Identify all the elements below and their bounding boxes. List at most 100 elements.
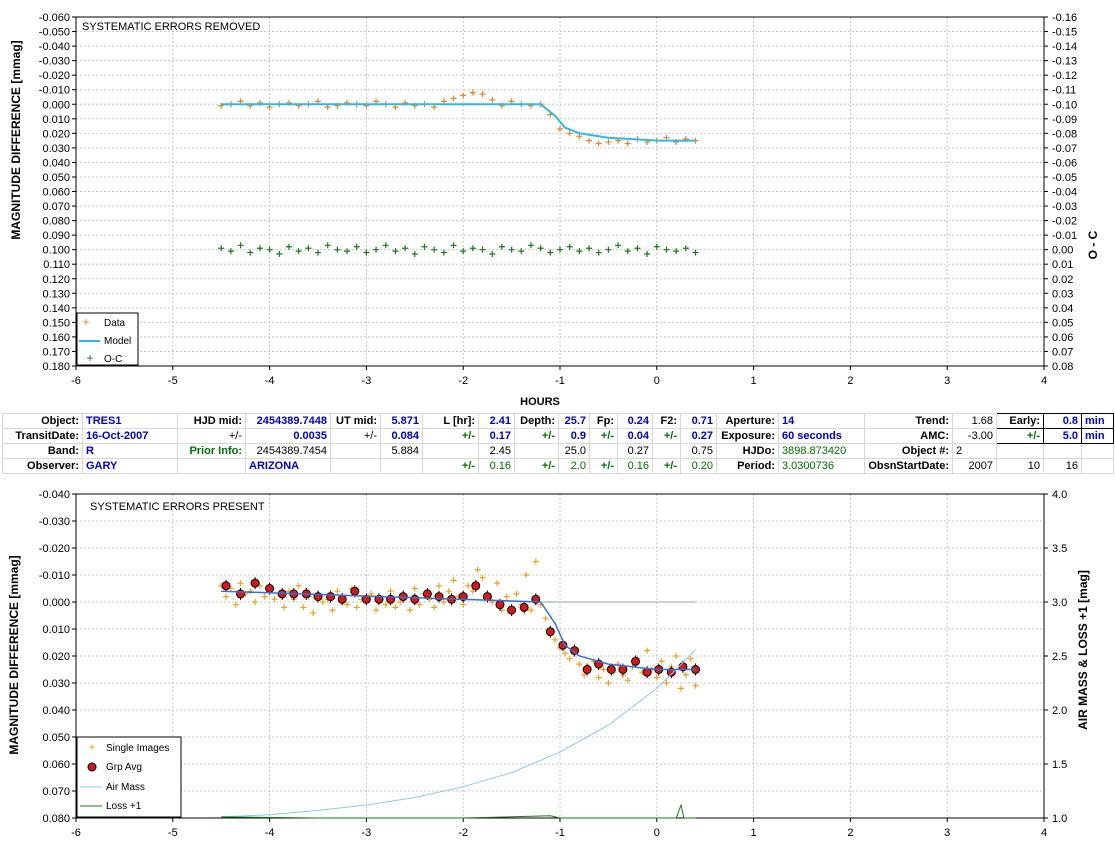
y-tick-label: 0.000 (42, 597, 70, 609)
y-tick-label: -0.050 (39, 27, 70, 39)
x-tick-label: -1 (555, 375, 565, 387)
param-cell: 0.71 (680, 413, 717, 429)
param-row: TransitDate: 16-Oct-2007 +/- 0.0035 +/- 0.084… (2, 428, 1114, 444)
param-cell: Period: (716, 458, 779, 474)
param-cell: 14 (778, 413, 865, 429)
param-cell: Object #: (864, 443, 953, 459)
single-images-point (450, 577, 457, 584)
data-point (624, 140, 631, 147)
single-images-point (310, 609, 317, 616)
param-cell: TRES1 (82, 413, 178, 429)
grp-avg-point (545, 627, 555, 637)
single-images-point (673, 653, 680, 659)
o-c-point (692, 249, 699, 256)
param-cell: Observer: (2, 458, 83, 474)
y2-tick-label: -0.15 (1052, 27, 1077, 39)
param-cell: min (1081, 428, 1114, 444)
single-images-point (542, 615, 549, 622)
x-tick-label: 2 (847, 827, 853, 839)
param-cell: +/- (652, 458, 681, 474)
param-cell (380, 458, 423, 474)
param-cell: 16-Oct-2007 (82, 428, 178, 444)
top-y2-tick-labels: -0.16 -0.15 -0.14 -0.13 -0.12 -0.11 -0.10 -0.09… (1052, 12, 1077, 373)
bottom-legend: + Single Images Grp Avg Air Mass Loss +1 (76, 736, 182, 818)
x-tick-label: -2 (458, 375, 468, 387)
param-cell: Prior Info: (177, 443, 246, 459)
x-tick-label: 0 (654, 375, 660, 387)
param-cell: 2.0 (558, 458, 590, 474)
param-cell: Band: (2, 443, 83, 459)
bottom-y-tick-labels: -0.040 -0.030 -0.020 -0.010 0.000 0.010 0.020 0… (39, 489, 70, 825)
param-cell: 16 (1043, 458, 1082, 474)
single-images-point (527, 607, 534, 614)
param-cell: 2454389.7448 (245, 413, 331, 429)
param-cell: F2: (652, 413, 681, 429)
bottom-legend-airmass-label: Air Mass (106, 782, 145, 793)
y-tick-label: -0.010 (39, 85, 70, 97)
single-images-point (300, 604, 307, 611)
y-tick-label: -0.010 (39, 570, 70, 582)
param-cell (1081, 443, 1114, 459)
o-c-point (547, 249, 554, 256)
o-c-point (566, 243, 573, 250)
loss-1-line (221, 803, 696, 819)
param-cell: 0.084 (380, 428, 423, 444)
y-tick-label: 0.140 (42, 303, 70, 315)
bottom-legend-single-label: Single Images (106, 743, 169, 754)
y-tick-label: 0.060 (42, 187, 70, 199)
single-images-point (503, 593, 510, 600)
top-legend-model-label: Model (104, 336, 131, 347)
grp-avg-point (582, 665, 592, 674)
param-cell: UT mid: (330, 413, 381, 429)
o-c-point (489, 251, 496, 258)
o-c-point (653, 243, 660, 250)
param-cell: HJD mid: (177, 413, 246, 429)
y-tick-label: 0.080 (42, 813, 70, 825)
single-images-point (261, 593, 268, 600)
param-cell: +/- (996, 428, 1044, 444)
param-cell: 5.884 (380, 443, 423, 459)
grp-avg-point (422, 589, 432, 599)
x-tick-label: 2 (847, 375, 853, 387)
y-tick-label: -0.040 (39, 41, 70, 53)
o-c-point (586, 245, 593, 252)
x-tick-label: 4 (1041, 827, 1047, 839)
y-tick-label: 0.070 (42, 201, 70, 213)
o-c-point (673, 248, 680, 255)
param-cell (177, 458, 246, 474)
o-c-point (605, 246, 612, 253)
y2-tick-label: 2.5 (1052, 651, 1067, 663)
param-cell: +/- (514, 458, 559, 474)
bottom-chart: MAGNITUDE DIFFERENCE [mmag] AIR MASS & L… (7, 489, 1090, 839)
single-images-point (295, 582, 302, 589)
param-cell: +/- (514, 428, 559, 444)
o-c-point (324, 242, 331, 249)
x-tick-label: -1 (555, 827, 565, 839)
single-images-point (353, 604, 360, 611)
single-images-point (232, 601, 239, 608)
param-cell: 5.0 (1043, 428, 1082, 444)
bottom-legend-loss-label: Loss +1 (106, 801, 142, 812)
grp-avg-point (606, 665, 616, 674)
o-c-point (624, 248, 631, 255)
y2-tick-label: 4.0 (1052, 489, 1067, 501)
y-tick-label: 0.180 (42, 361, 70, 373)
single-images-point (247, 588, 254, 595)
y-tick-label: 0.100 (42, 245, 70, 257)
param-cell: 0.20 (680, 458, 717, 474)
y-tick-label: 0.160 (42, 332, 70, 344)
o-c-point (518, 248, 525, 255)
y2-tick-label: -0.12 (1052, 70, 1077, 82)
grp-avg-point (265, 584, 275, 593)
single-images-point (237, 580, 244, 587)
o-c-point (479, 246, 486, 253)
single-images-point (644, 647, 651, 654)
o-c-point (402, 245, 409, 252)
top-legend: + Data Model + O-C (76, 312, 139, 366)
top-legend-oc-marker: + (86, 351, 93, 365)
o-c-point (353, 243, 360, 250)
param-cell: 0.75 (680, 443, 717, 459)
param-cell: 0.24 (617, 413, 653, 429)
y-tick-label: 0.060 (42, 759, 70, 771)
param-cell: 0.27 (680, 428, 717, 444)
